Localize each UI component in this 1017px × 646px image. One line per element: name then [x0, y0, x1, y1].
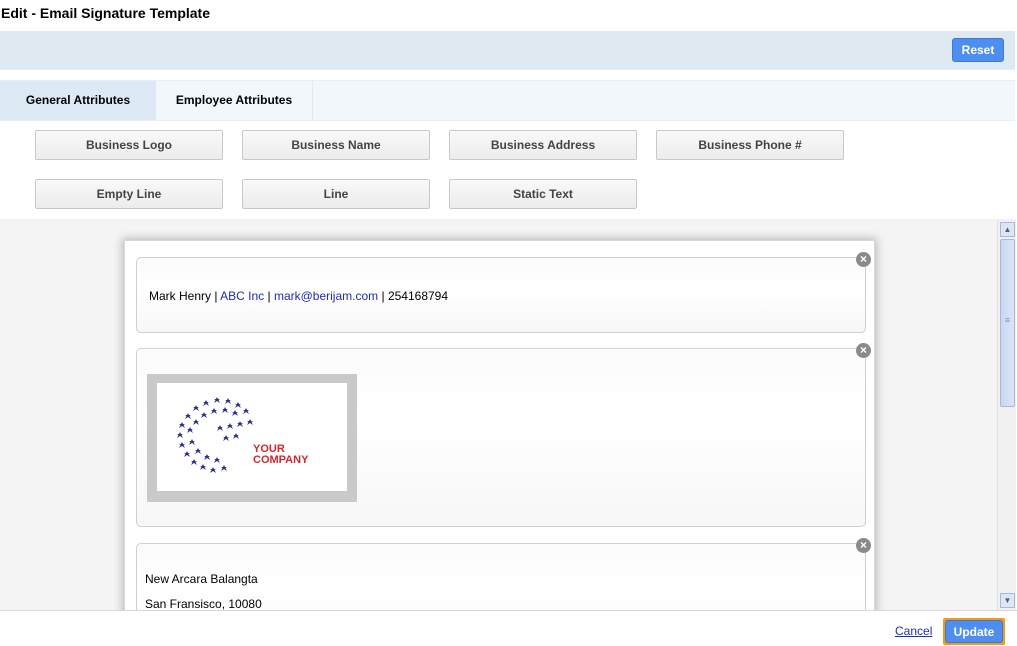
remove-block-icon[interactable]: × — [856, 252, 871, 267]
scroll-up-icon[interactable]: ▲ — [1000, 222, 1015, 237]
static-text-button[interactable]: Static Text — [449, 179, 637, 209]
business-phone-button[interactable]: Business Phone # — [656, 130, 844, 160]
company-logo: YOUR COMPANY — [157, 383, 347, 491]
remove-block-icon[interactable]: × — [856, 343, 871, 358]
update-button[interactable]: Update — [945, 620, 1003, 643]
address-line-1: New Arcara Balangta — [145, 572, 258, 586]
business-logo-frame: YOUR COMPANY — [147, 374, 357, 502]
contact-line: Mark Henry | ABC Inc | mark@berijam.com … — [149, 289, 448, 303]
phone-number: 254168794 — [387, 289, 449, 303]
email-link[interactable]: mark@berijam.com — [274, 289, 378, 303]
address-line-2: San Fransisco, 10080 — [145, 597, 262, 610]
update-button-focus-ring: Update — [943, 618, 1005, 645]
tab-employee-attributes[interactable]: Employee Attributes — [156, 81, 313, 120]
tab-bar: General Attributes Employee Attributes — [0, 80, 1015, 121]
globe-logo-icon — [177, 397, 253, 473]
signature-block-logo[interactable]: × YOUR COMPANY — [136, 343, 871, 527]
business-logo-button[interactable]: Business Logo — [35, 130, 223, 160]
separator: | — [211, 289, 221, 303]
business-address-button[interactable]: Business Address — [449, 130, 637, 160]
separator: | — [264, 289, 274, 303]
logo-text-line2: COMPANY — [253, 454, 309, 466]
business-name-button[interactable]: Business Name — [242, 130, 430, 160]
separator: | — [378, 289, 388, 303]
line-button[interactable]: Line — [242, 179, 430, 209]
dialog-footer — [0, 610, 1017, 646]
toolbar — [0, 31, 1015, 70]
vertical-scrollbar[interactable]: ▲ ≡ ▼ — [997, 219, 1016, 610]
reset-button[interactable]: Reset — [952, 38, 1004, 62]
signature-block-address[interactable]: × New Arcara Balangta San Fransisco, 100… — [136, 538, 871, 610]
scroll-grip-icon: ≡ — [1004, 315, 1011, 325]
remove-block-icon[interactable]: × — [856, 538, 871, 553]
empty-line-button[interactable]: Empty Line — [35, 179, 223, 209]
scroll-thumb[interactable]: ≡ — [1000, 239, 1015, 407]
company-link[interactable]: ABC Inc — [220, 289, 264, 303]
signature-canvas: × Mark Henry | ABC Inc | mark@berijam.co… — [0, 219, 997, 610]
signature-preview: × Mark Henry | ABC Inc | mark@berijam.co… — [124, 240, 875, 610]
page-title: Edit - Email Signature Template — [1, 5, 211, 21]
employee-name: Mark Henry — [149, 289, 212, 303]
tab-general-attributes[interactable]: General Attributes — [0, 81, 156, 120]
scroll-down-icon[interactable]: ▼ — [1000, 593, 1015, 608]
signature-block-contact[interactable]: × Mark Henry | ABC Inc | mark@berijam.co… — [136, 252, 871, 333]
cancel-link[interactable]: Cancel — [895, 624, 932, 638]
